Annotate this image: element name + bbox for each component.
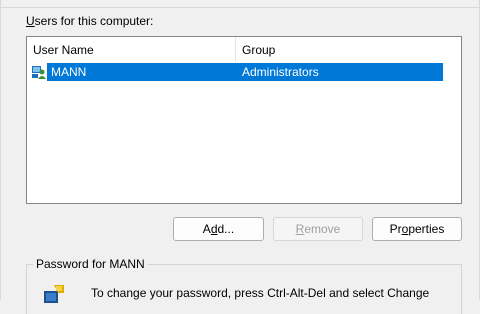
table-row[interactable]: MANN Administrators bbox=[27, 63, 443, 81]
add-button-label-end: d... bbox=[217, 222, 235, 236]
add-button[interactable]: Add... bbox=[173, 217, 264, 241]
users-list-label: Users for this computer: bbox=[26, 14, 153, 28]
users-label-access-key: U bbox=[26, 14, 35, 28]
add-button-label-start: A bbox=[202, 222, 211, 236]
window-top-edge bbox=[0, 0, 480, 8]
add-button-access-key: d bbox=[210, 222, 218, 236]
keyboard-key-icon bbox=[44, 285, 64, 303]
remove-button-access-key: R bbox=[295, 222, 305, 236]
column-header-group[interactable]: Group bbox=[236, 37, 461, 61]
remove-button[interactable]: Remove bbox=[273, 217, 363, 241]
properties-button-label-end: perties bbox=[408, 222, 445, 236]
users-label-text: sers for this computer: bbox=[34, 14, 154, 28]
column-header-user-name[interactable]: User Name bbox=[27, 37, 236, 61]
properties-button-label-start: Pr bbox=[389, 222, 402, 236]
group-cell: Administrators bbox=[242, 65, 319, 79]
window-left-edge bbox=[0, 0, 1, 300]
properties-button[interactable]: Properties bbox=[372, 217, 462, 241]
password-instructions: To change your password, press Ctrl-Alt-… bbox=[91, 286, 430, 300]
user-group-icon bbox=[32, 66, 46, 79]
list-header: User Name Group bbox=[27, 37, 461, 61]
users-list-view[interactable]: User Name Group MANN Administrators bbox=[26, 36, 462, 204]
user-name-cell: MANN bbox=[51, 65, 87, 79]
remove-button-label-end: emove bbox=[304, 222, 341, 236]
password-group-title: Password for MANN bbox=[33, 257, 148, 271]
